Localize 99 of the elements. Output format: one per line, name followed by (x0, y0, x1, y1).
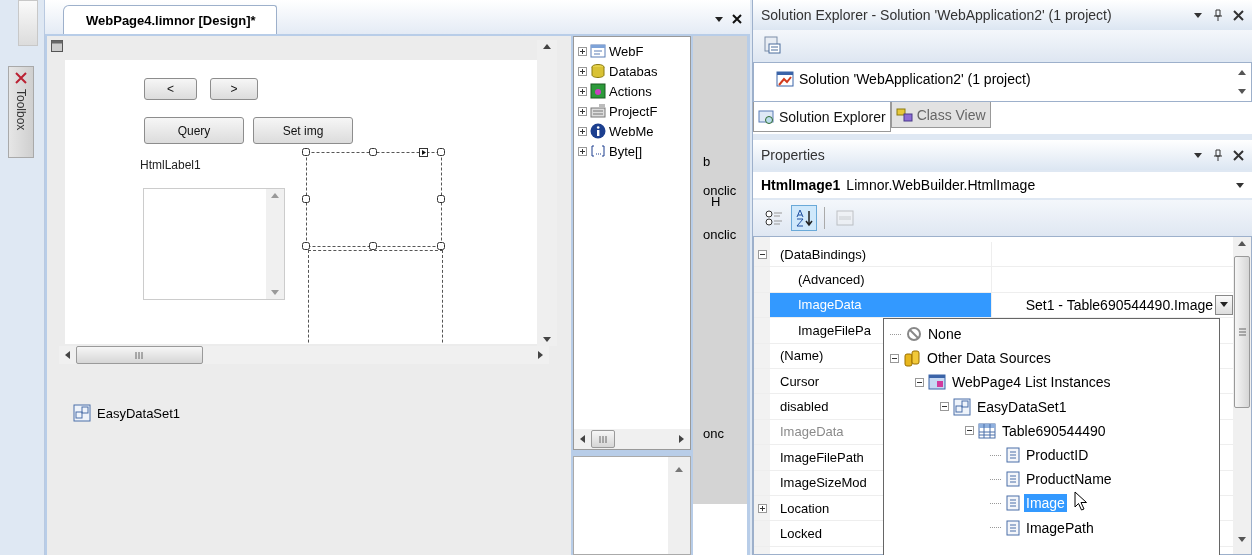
project-icon (590, 103, 606, 119)
object-name: HtmlImage1 (761, 177, 841, 193)
property-name[interactable]: (DataBindings) (770, 242, 992, 267)
classes-icon (895, 106, 914, 123)
minus-box-icon[interactable] (940, 402, 949, 412)
plus-box-icon[interactable] (757, 503, 767, 513)
property-name[interactable]: (Advanced) (770, 267, 992, 292)
scroll-left-icon[interactable] (580, 435, 585, 443)
design-button[interactable]: Set img (253, 117, 353, 144)
plus-box-icon[interactable] (578, 86, 587, 96)
panel-title: Solution Explorer - Solution 'WebApplication2' (1 project) (761, 7, 1113, 23)
tree-item[interactable]: ProductName (1024, 470, 1114, 489)
dropdown-icon[interactable] (1193, 150, 1203, 160)
vertical-scrollbar[interactable] (1233, 237, 1251, 554)
dropdown-icon[interactable] (1193, 10, 1203, 20)
scroll-down-icon[interactable] (1238, 89, 1246, 94)
vertical-scrollbar[interactable] (668, 457, 690, 554)
tools-icon (14, 71, 28, 85)
prohibited-icon (906, 326, 922, 343)
toolbox-tab[interactable]: Toolbox (8, 66, 34, 158)
dropdown-button[interactable] (1215, 294, 1233, 315)
object-selector[interactable]: HtmlImage1 Limnor.WebBuilder.HtmlImage (753, 172, 1252, 198)
plus-box-icon[interactable] (578, 46, 587, 56)
tree-item[interactable]: ProductID (1024, 446, 1091, 465)
grip-icon (1238, 327, 1246, 337)
close-icon[interactable] (1233, 9, 1244, 21)
form-icon (590, 43, 606, 59)
object-type: Limnor.WebBuilder.HtmlImage (846, 177, 1037, 193)
horizontal-scrollbar[interactable] (574, 429, 690, 449)
window-list-icon (928, 373, 946, 392)
field-icon (1006, 519, 1020, 536)
scroll-down-icon[interactable] (1238, 537, 1246, 542)
pin-icon[interactable] (1213, 149, 1223, 161)
design-button[interactable]: < (144, 78, 197, 100)
event-text: b (703, 154, 711, 169)
close-icon[interactable] (732, 14, 742, 24)
magnifier-icon (758, 108, 776, 125)
plus-box-icon[interactable] (578, 106, 587, 116)
table-icon (978, 421, 996, 440)
dropdown-icon[interactable] (714, 14, 724, 24)
scroll-up-icon[interactable] (675, 467, 683, 472)
minus-box-icon[interactable] (890, 353, 899, 363)
solution-icon (776, 71, 794, 87)
dropdown-icon[interactable] (1236, 182, 1244, 188)
image-placeholder[interactable] (301, 147, 447, 253)
scroll-right-icon[interactable] (538, 351, 543, 359)
tree-item[interactable]: ProjectF (609, 103, 658, 119)
panel-tab[interactable]: Class View (890, 102, 991, 128)
panel-title: Properties (761, 147, 826, 163)
tree-item[interactable]: Actions (609, 83, 652, 99)
label-text: HtmlLabel1 (140, 158, 201, 172)
tree-item[interactable]: WebF (609, 43, 644, 59)
tree-item[interactable]: Table690544490 (1000, 421, 1108, 440)
design-button[interactable]: Query (144, 117, 244, 144)
properties-page-icon[interactable] (763, 36, 781, 54)
close-icon[interactable] (1233, 149, 1244, 161)
event-text: onclic (703, 227, 737, 242)
field-icon (1006, 471, 1020, 488)
pointer-icon (1074, 491, 1087, 511)
actions-icon (590, 83, 606, 99)
scroll-up-icon[interactable] (1238, 70, 1246, 75)
minus-box-icon[interactable] (965, 426, 974, 436)
plus-box-icon[interactable] (578, 146, 587, 156)
info-icon (590, 123, 606, 139)
grip-icon (135, 351, 144, 359)
property-value[interactable]: Set1 - Table690544490.Image (1025, 296, 1213, 313)
cylinders-icon (903, 349, 921, 368)
dropdown-icon (1220, 302, 1228, 308)
grip-icon (598, 435, 608, 443)
pin-icon[interactable] (1213, 9, 1223, 21)
scroll-left-icon[interactable] (65, 351, 70, 359)
tree-item[interactable]: ImagePath (1024, 518, 1096, 537)
categorized-icon[interactable] (765, 210, 783, 226)
field-icon (1006, 447, 1020, 464)
dataset-icon (953, 397, 971, 416)
minus-box-icon[interactable] (757, 249, 767, 259)
dataset-icon (73, 404, 91, 422)
scroll-down-icon[interactable] (543, 337, 551, 342)
scroll-up-icon[interactable] (543, 44, 551, 49)
document-tab[interactable]: WebPage4.limnor [Design]* (63, 5, 277, 34)
plus-box-icon[interactable] (578, 126, 587, 136)
component-item[interactable]: EasyDataSet1 (97, 405, 181, 421)
design-button[interactable]: > (210, 78, 258, 100)
minus-box-icon[interactable] (915, 377, 924, 387)
tree-item[interactable]: Solution 'WebApplication2' (1 project) (799, 71, 1031, 87)
tree-item[interactable]: WebMe (609, 123, 654, 139)
tree-item[interactable]: Byte[] (609, 143, 643, 159)
horizontal-scrollbar[interactable] (59, 346, 549, 364)
tree-item[interactable]: Databas (609, 63, 658, 79)
scroll-right-icon[interactable] (679, 435, 684, 443)
scroll-up-icon[interactable] (1238, 241, 1246, 246)
plus-box-icon[interactable] (578, 66, 587, 76)
database-icon (590, 63, 606, 79)
field-icon (1006, 495, 1020, 512)
brackets-icon (590, 143, 606, 159)
tree-item[interactable]: None (926, 325, 964, 344)
square-icon[interactable] (51, 40, 63, 52)
panel-tab[interactable]: Solution Explorer (753, 102, 891, 132)
event-text: onc (703, 426, 724, 441)
